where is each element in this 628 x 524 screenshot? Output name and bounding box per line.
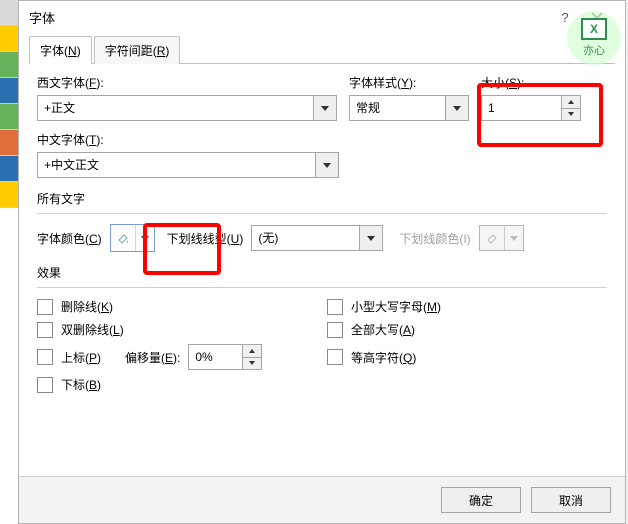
font-color-button[interactable] (110, 224, 155, 252)
strikethrough-checkbox[interactable]: 删除线(K) (37, 298, 297, 315)
checkbox-icon (327, 349, 343, 365)
offset-spin-down[interactable] (243, 358, 261, 370)
western-font-dropdown-button[interactable] (313, 96, 336, 120)
tab-spacing[interactable]: 字符间距(R) (94, 36, 181, 64)
allcaps-checkbox[interactable]: 全部大写(A) (327, 321, 587, 338)
chevron-down-icon (141, 236, 149, 241)
chinese-font-dropdown-button[interactable] (315, 153, 338, 177)
watermark: X 亦心 (567, 11, 621, 65)
chevron-up-icon (249, 349, 255, 353)
chevron-down-icon (367, 236, 375, 241)
font-style-value: 常规 (350, 96, 445, 120)
chinese-font-combo[interactable]: +中文正文 (37, 152, 339, 178)
dialog-content: 西文字体(F): +正文 字体样式(Y): 常规 大小(S): (19, 64, 625, 393)
cancel-button[interactable]: 取消 (531, 487, 611, 513)
chinese-font-label: 中文字体(T): (37, 131, 607, 148)
double-strike-checkbox[interactable]: 双删除线(L) (37, 321, 297, 338)
western-font-label: 西文字体(F): (37, 74, 337, 91)
underline-type-dropdown-button[interactable] (359, 226, 382, 250)
dialog-title: 字体 (29, 8, 553, 27)
background-strip (0, 0, 19, 524)
font-color-label: 字体颜色(C) (37, 230, 102, 247)
smallcaps-checkbox[interactable]: 小型大写字母(M) (327, 298, 587, 315)
checkbox-icon (327, 322, 343, 338)
font-color-dropdown[interactable] (135, 225, 154, 251)
underline-type-label: 下划线线型(U) (167, 230, 244, 247)
font-style-label: 字体样式(Y): (349, 74, 469, 91)
chevron-down-icon (510, 236, 518, 241)
superscript-checkbox[interactable]: 上标(P) (37, 349, 117, 366)
tab-font[interactable]: 字体(N) (29, 36, 92, 64)
chevron-down-icon (249, 361, 255, 365)
size-value: 1 (482, 96, 561, 120)
divider (37, 287, 607, 288)
western-font-value: +正文 (38, 96, 313, 120)
chinese-font-value: +中文正文 (38, 153, 315, 177)
tab-strip: 字体(N) 字符间距(R) (29, 33, 615, 64)
watermark-text: 亦心 (583, 42, 605, 58)
size-spin-up[interactable] (562, 96, 580, 109)
paint-bucket-icon (111, 225, 135, 251)
underline-type-value: (无) (252, 226, 359, 250)
size-label: 大小(S): (481, 74, 581, 91)
checkbox-icon (37, 377, 53, 393)
font-dialog: 字体 ? X 亦心 字体(N) 字符间距(R) 西文字体(F): +正文 (18, 0, 626, 524)
western-font-combo[interactable]: +正文 (37, 95, 337, 121)
chevron-down-icon (321, 106, 329, 111)
font-style-combo[interactable]: 常规 (349, 95, 469, 121)
checkbox-icon (37, 322, 53, 338)
paint-bucket-icon (480, 226, 504, 250)
font-style-dropdown-button[interactable] (445, 96, 468, 120)
offset-value: 0% (189, 345, 242, 369)
chevron-down-icon (453, 106, 461, 111)
size-spin-down[interactable] (562, 109, 580, 121)
chevron-up-icon (568, 100, 574, 104)
underline-color-label: 下划线颜色(I) (399, 230, 470, 247)
checkbox-icon (37, 299, 53, 315)
equalheight-checkbox[interactable]: 等高字符(Q) (327, 344, 587, 370)
underline-type-combo[interactable]: (无) (251, 225, 383, 251)
ok-button[interactable]: 确定 (441, 487, 521, 513)
offset-label: 偏移量(E): (125, 349, 180, 366)
chevron-down-icon (323, 163, 331, 168)
checkbox-icon (327, 299, 343, 315)
divider (37, 213, 607, 214)
offset-spinner[interactable]: 0% (188, 344, 262, 370)
checkbox-icon (37, 349, 53, 365)
all-text-label: 所有文字 (37, 190, 607, 207)
effects-label: 效果 (37, 264, 607, 281)
underline-color-button (479, 225, 524, 251)
subscript-checkbox[interactable]: 下标(B) (37, 376, 297, 393)
excel-icon: X (581, 18, 607, 40)
dialog-footer: 确定 取消 (19, 476, 625, 523)
size-spinner[interactable]: 1 (481, 95, 581, 121)
chevron-down-icon (568, 112, 574, 116)
offset-spin-up[interactable] (243, 345, 261, 358)
titlebar: 字体 ? (19, 1, 625, 33)
